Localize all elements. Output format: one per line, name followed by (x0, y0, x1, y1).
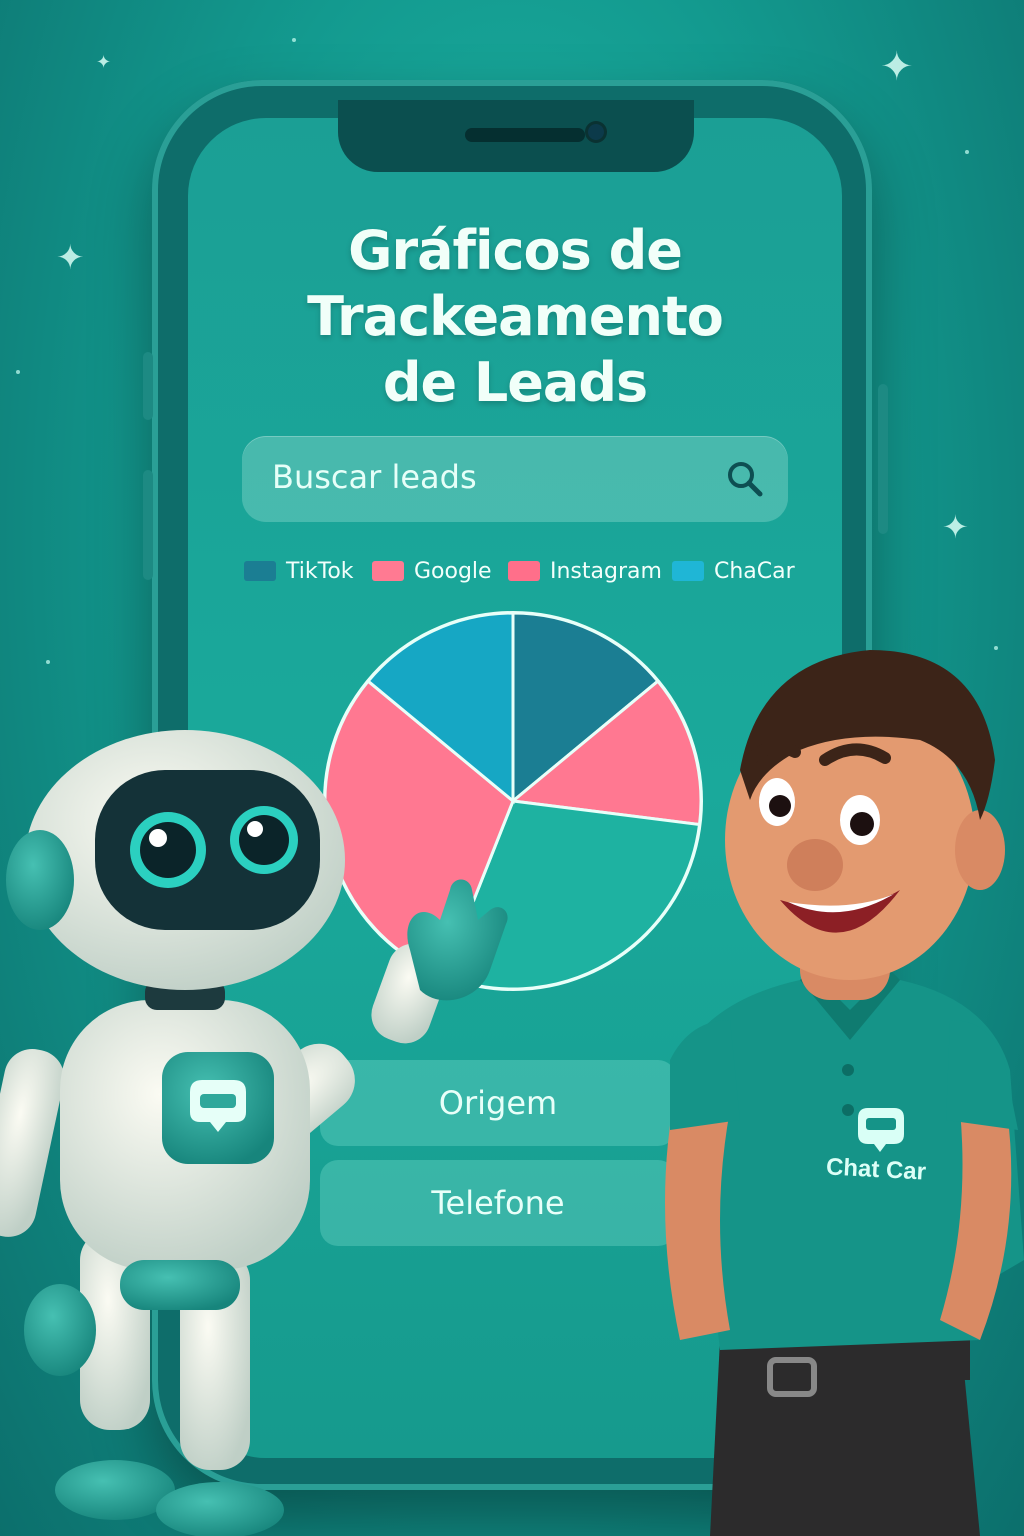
sparkle-icon: ✦ (56, 238, 85, 278)
legend-item-google: Google (372, 556, 492, 586)
search-icon[interactable] (724, 458, 766, 500)
legend-item-instagram: Instagram (508, 556, 662, 586)
legend-label: ChaCar (714, 558, 795, 584)
phone-side-button (143, 352, 153, 420)
sparkle-icon: ✦ (96, 52, 112, 73)
title-line-1: Gráficos de (348, 219, 683, 282)
shirt-logo-text: Chat Car (825, 1153, 927, 1186)
title-line-3: de Leads (382, 351, 648, 414)
legend-swatch (672, 561, 704, 581)
phone-speaker (465, 128, 585, 142)
star-dot (46, 660, 50, 664)
sparkle-icon: ✦ (880, 44, 914, 90)
legend-swatch (372, 561, 404, 581)
search-placeholder: Buscar leads (272, 458, 477, 496)
legend-item-chacar: ChaCar (672, 556, 795, 586)
legend-swatch (508, 561, 540, 581)
phone-side-button (878, 384, 888, 534)
legend-swatch (244, 561, 276, 581)
title-line-2: Trackeamento (307, 285, 724, 348)
salesman-character (665, 650, 1024, 1536)
page-title: Gráficos de Trackeamento de Leads (188, 218, 842, 416)
star-dot (16, 370, 20, 374)
legend-label: TikTok (286, 558, 354, 584)
star-dot (965, 150, 969, 154)
phone-camera (588, 124, 604, 140)
phone-side-button (143, 470, 153, 580)
star-dot (292, 38, 296, 42)
legend-label: Instagram (550, 558, 662, 584)
search-input[interactable]: Buscar leads (242, 436, 788, 522)
legend-label: Google (414, 558, 492, 584)
sparkle-icon: ✦ (942, 508, 969, 546)
legend-item-tiktok: TikTok (244, 556, 354, 586)
robot-mascot (0, 730, 508, 1536)
